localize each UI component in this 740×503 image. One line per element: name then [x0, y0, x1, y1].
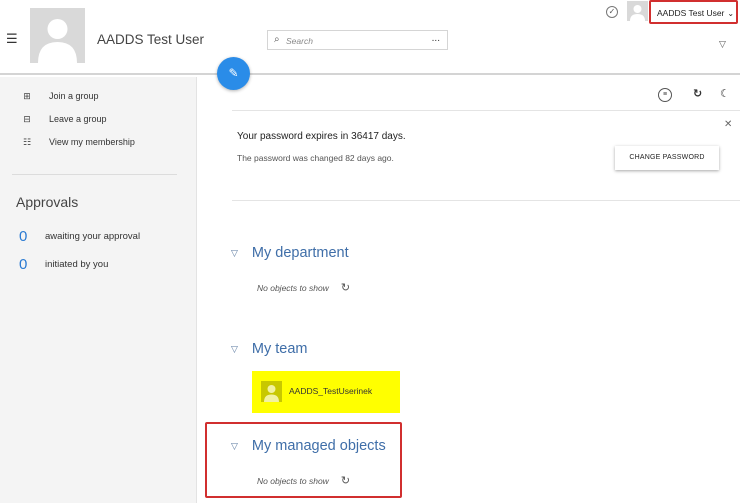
search-options-button[interactable]: ...	[432, 33, 440, 44]
team-member-card[interactable]: AADDS_TestUserinek	[252, 371, 400, 413]
sidebar: ⊞ Join a group ⊟ Leave a group ☷ View my…	[0, 77, 197, 503]
collapse-triangle-icon: ▽	[231, 343, 238, 354]
managed-empty: No objects to show ↻	[257, 474, 350, 487]
user-display-name: AADDS Test User	[97, 32, 205, 47]
sidebar-item-label: Leave a group	[49, 114, 107, 124]
divider	[232, 110, 740, 111]
search-icon: ⌕	[274, 34, 280, 45]
sidebar-item-label: View my membership	[49, 137, 135, 147]
sidebar-item-join-group[interactable]: ⊞ Join a group	[22, 91, 99, 101]
chevron-down-icon: ⌄	[727, 9, 735, 18]
section-title: My managed objects	[251, 438, 386, 454]
section-my-managed-objects[interactable]: ▽ My managed objects	[231, 438, 386, 454]
sidebar-item-label: Join a group	[49, 91, 99, 101]
sidebar-divider	[12, 174, 177, 175]
close-icon[interactable]: ✕	[724, 119, 732, 130]
section-title: My department	[251, 245, 349, 261]
collapse-triangle-icon: ▽	[231, 247, 238, 258]
initiated-label: initiated by you	[45, 259, 109, 270]
avatar	[261, 381, 282, 402]
top-header: ☰ AADDS Test User ⌕ Search ... ✓ AADDS T…	[0, 0, 740, 75]
section-my-team[interactable]: ▽ My team	[231, 341, 308, 357]
section-title: My team	[251, 341, 308, 357]
hamburger-menu-icon[interactable]: ☰	[6, 32, 18, 45]
initiated-count: 0	[19, 256, 28, 273]
password-changed-text: The password was changed 82 days ago.	[237, 153, 394, 163]
membership-icon: ☷	[22, 137, 32, 147]
user-avatar	[30, 8, 85, 63]
edit-button[interactable]: ✎	[217, 57, 250, 90]
check-circle-icon[interactable]: ✓	[606, 6, 618, 18]
user-menu-label: AADDS Test User	[657, 8, 725, 18]
refresh-icon[interactable]: ↻	[693, 87, 702, 100]
search-placeholder: Search	[286, 36, 313, 46]
filter-icon[interactable]: ▽	[719, 39, 726, 50]
department-empty: No objects to show ↻	[257, 281, 350, 294]
refresh-icon[interactable]: ↻	[341, 281, 350, 294]
leave-group-icon: ⊟	[23, 114, 31, 124]
section-my-department[interactable]: ▽ My department	[231, 245, 349, 261]
join-group-icon: ⊞	[23, 91, 31, 101]
user-avatar-small[interactable]	[627, 1, 648, 21]
empty-text: No objects to show	[257, 282, 329, 293]
divider	[232, 200, 740, 201]
approval-awaiting[interactable]: 0 awaiting your approval	[19, 228, 140, 245]
pencil-icon: ✎	[228, 66, 239, 80]
awaiting-count: 0	[19, 228, 28, 245]
refresh-icon[interactable]: ↻	[341, 474, 350, 487]
empty-text: No objects to show	[257, 475, 329, 486]
user-menu-button[interactable]: AADDS Test User ⌄	[649, 0, 738, 24]
collapse-triangle-icon: ▽	[231, 440, 238, 451]
sidebar-item-view-membership[interactable]: ☷ View my membership	[22, 137, 135, 147]
search-box[interactable]: ⌕ Search ...	[267, 30, 448, 50]
approval-initiated[interactable]: 0 initiated by you	[19, 256, 108, 273]
list-view-icon[interactable]: ≡	[658, 88, 672, 102]
password-expiry-title: Your password expires in 36417 days.	[237, 131, 406, 142]
change-password-button[interactable]: CHANGE PASSWORD	[615, 146, 719, 170]
approvals-heading: Approvals	[16, 194, 79, 210]
awaiting-label: awaiting your approval	[45, 231, 141, 242]
team-member-name: AADDS_TestUserinek	[289, 386, 373, 396]
dark-mode-icon[interactable]: ☾	[720, 87, 730, 100]
sidebar-item-leave-group[interactable]: ⊟ Leave a group	[22, 114, 107, 124]
